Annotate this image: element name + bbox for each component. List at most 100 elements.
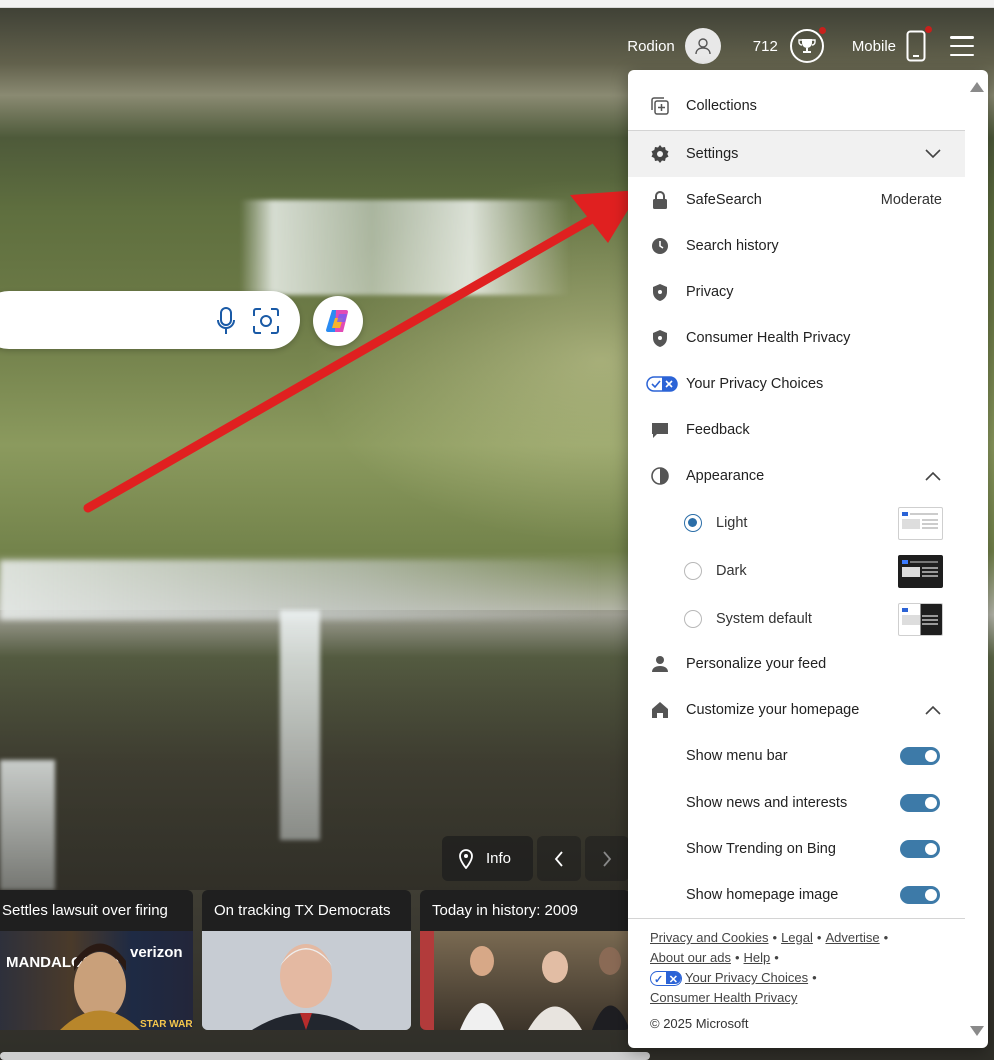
safesearch-value[interactable]: Moderate	[881, 192, 942, 208]
scroll-up-arrow[interactable]	[970, 82, 984, 92]
bullet: •	[883, 930, 889, 945]
next-image-button[interactable]	[585, 836, 629, 881]
menu-item-label: SafeSearch	[686, 192, 762, 208]
shield-icon	[650, 282, 670, 302]
privacy-choices-icon	[646, 374, 678, 394]
toggle-label: Show Trending on Bing	[686, 841, 836, 857]
gear-icon	[650, 144, 670, 164]
news-image-caption: verizon	[130, 944, 183, 961]
show-homepage-image-toggle[interactable]	[900, 886, 940, 904]
toggle-row-menu-bar[interactable]: Show menu bar	[628, 733, 965, 779]
footer-links: Privacy and Cookies • Legal • Advertise • Abo…	[650, 928, 950, 1008]
menu-item-search-history[interactable]: Search history	[628, 223, 965, 269]
chevron-left-icon	[554, 850, 563, 867]
info-label: Info	[486, 850, 512, 867]
bullet: •	[774, 950, 779, 965]
news-image-caption: STAR WARS	[140, 1019, 193, 1030]
toggle-label: Show homepage image	[686, 887, 839, 903]
chevron-up-icon[interactable]	[925, 705, 941, 715]
news-card[interactable]: Today in history: 2009	[420, 890, 630, 1030]
settings-menu-panel: Collections Settings SafeSearch Moderate…	[628, 70, 988, 1048]
menu-item-label: Collections	[686, 98, 757, 114]
feedback-icon	[650, 420, 670, 440]
toggle-row-trending[interactable]: Show Trending on Bing	[628, 826, 965, 872]
theme-option-system[interactable]: System default	[628, 595, 965, 643]
advertise-link[interactable]: Advertise	[825, 930, 879, 945]
copyright: © 2025 Microsoft	[650, 1016, 749, 1031]
lock-icon	[650, 190, 670, 210]
light-theme-preview	[898, 506, 943, 540]
theme-label: Dark	[716, 563, 747, 579]
previous-image-button[interactable]	[537, 836, 581, 881]
legal-link[interactable]: Legal	[781, 930, 813, 945]
menu-item-appearance[interactable]: Appearance	[628, 453, 965, 499]
news-card-title[interactable]: Settles lawsuit over firing	[0, 890, 193, 931]
scroll-down-arrow[interactable]	[970, 1026, 984, 1036]
about-ads-link[interactable]: About our ads	[650, 950, 731, 965]
toggle-label: Show news and interests	[686, 795, 848, 811]
menu-item-feedback[interactable]: Feedback	[628, 407, 965, 453]
radio-system-default[interactable]	[684, 610, 702, 628]
location-pin-icon	[459, 848, 473, 869]
menu-item-consumer-health-privacy[interactable]: Consumer Health Privacy	[628, 315, 965, 361]
privacy-cookies-link[interactable]: Privacy and Cookies	[650, 930, 769, 945]
bullet: •	[816, 930, 822, 945]
info-button[interactable]: Info	[442, 836, 533, 881]
news-card-image	[202, 931, 411, 1030]
menu-item-label: Privacy	[686, 284, 734, 300]
news-card[interactable]: On tracking TX Democrats	[202, 890, 411, 1030]
menu-item-label: Search history	[686, 238, 779, 254]
menu-item-safesearch[interactable]: SafeSearch Moderate	[628, 177, 965, 223]
privacy-choices-icon: ✓ ✕	[650, 971, 682, 987]
menu-item-label: Your Privacy Choices	[686, 376, 824, 392]
chevron-right-icon	[603, 850, 612, 867]
news-card-image	[420, 931, 630, 1030]
divider	[628, 918, 965, 919]
bullet: •	[812, 970, 817, 985]
dark-theme-preview	[898, 554, 943, 588]
toggle-label: Show menu bar	[686, 748, 788, 764]
news-card-image: MANDALORIAN verizon STAR WARS	[0, 931, 193, 1030]
show-news-toggle[interactable]	[900, 794, 940, 812]
bullet: •	[734, 950, 740, 965]
horizontal-scrollbar[interactable]	[0, 1052, 650, 1060]
theme-label: System default	[716, 611, 812, 627]
toggle-row-homepage-image[interactable]: Show homepage image	[628, 872, 965, 918]
menu-item-settings[interactable]: Settings	[628, 131, 965, 177]
menu-item-privacy[interactable]: Privacy	[628, 269, 965, 315]
system-theme-preview	[898, 602, 943, 636]
toggle-row-news[interactable]: Show news and interests	[628, 780, 965, 826]
theme-label: Light	[716, 515, 748, 531]
help-link[interactable]: Help	[744, 950, 771, 965]
chevron-down-icon[interactable]	[925, 149, 941, 159]
menu-item-label: Settings	[686, 146, 739, 162]
menu-item-label: Customize your homepage	[686, 702, 860, 718]
menu-item-label: Appearance	[686, 468, 765, 484]
news-card[interactable]: Settles lawsuit over firing MANDALORIAN …	[0, 890, 193, 1030]
chevron-up-icon[interactable]	[925, 471, 941, 481]
bullet: •	[772, 930, 778, 945]
menu-item-collections[interactable]: Collections	[628, 83, 965, 129]
show-menu-bar-toggle[interactable]	[900, 747, 940, 765]
news-card-title[interactable]: Today in history: 2009	[420, 890, 630, 931]
theme-option-light[interactable]: Light	[628, 499, 965, 547]
consumer-health-link[interactable]: Consumer Health Privacy	[650, 990, 797, 1005]
news-card-title[interactable]: On tracking TX Democrats	[202, 890, 411, 931]
menu-item-label: Feedback	[686, 422, 750, 438]
menu-item-label: Consumer Health Privacy	[686, 330, 851, 346]
theme-option-dark[interactable]: Dark	[628, 547, 965, 595]
menu-item-your-privacy-choices[interactable]: Your Privacy Choices	[628, 361, 965, 407]
contrast-icon	[650, 466, 670, 486]
home-icon	[650, 700, 670, 720]
clock-icon	[650, 236, 670, 256]
menu-item-customize-homepage[interactable]: Customize your homepage	[628, 687, 965, 733]
collections-icon	[650, 96, 670, 116]
shield-icon	[650, 328, 670, 348]
show-trending-toggle[interactable]	[900, 840, 940, 858]
menu-item-label: Personalize your feed	[686, 656, 827, 672]
privacy-choices-link[interactable]: Your Privacy Choices	[685, 970, 808, 985]
radio-light[interactable]	[684, 514, 702, 532]
radio-dark[interactable]	[684, 562, 702, 580]
person-icon	[650, 654, 670, 674]
menu-item-personalize-feed[interactable]: Personalize your feed	[628, 641, 965, 687]
